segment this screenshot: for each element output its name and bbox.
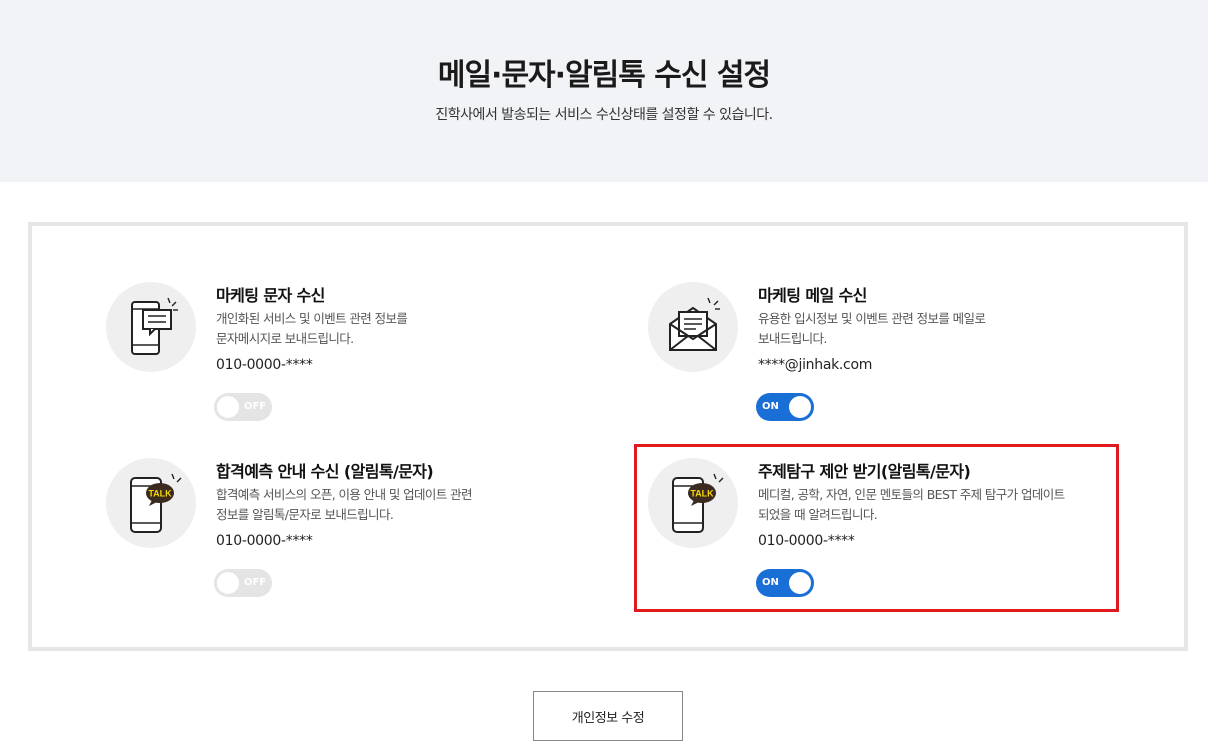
- toggle-knob: [789, 396, 811, 418]
- setting-marketing-sms: 마케팅 문자 수신 개인화된 서비스 및 이벤트 관련 정보를 문자메시지로 보…: [106, 282, 576, 432]
- toggle-knob: [217, 396, 239, 418]
- talk-badge: TALK: [148, 489, 172, 499]
- phone-talk-icon: TALK: [106, 458, 196, 548]
- marketing-sms-toggle[interactable]: OFF: [214, 393, 272, 421]
- page-subtitle: 진학사에서 발송되는 서비스 수신상태를 설정할 수 있습니다.: [435, 107, 773, 123]
- setting-description-line: 유용한 입시정보 및 이벤트 관련 정보를 메일로: [758, 311, 986, 326]
- toggle-state-label: OFF: [244, 401, 267, 412]
- page-title: 메일·문자·알림톡 수신 설정: [437, 58, 771, 93]
- setting-title: 마케팅 문자 수신: [216, 286, 325, 305]
- setting-marketing-email: 마케팅 메일 수신 유용한 입시정보 및 이벤트 관련 정보를 메일로 보내드립…: [648, 282, 1118, 432]
- setting-title: 마케팅 메일 수신: [758, 286, 867, 305]
- setting-description-line: 정보를 알림톡/문자로 보내드립니다.: [216, 507, 394, 522]
- setting-description-line: 개인화된 서비스 및 이벤트 관련 정보를: [216, 311, 408, 326]
- setting-description: 개인화된 서비스 및 이벤트 관련 정보를 문자메시지로 보내드립니다.: [216, 309, 546, 349]
- setting-description-line: 합격예측 서비스의 오픈, 이용 안내 및 업데이트 관련: [216, 487, 472, 502]
- email-address: ****@jinhak.com: [758, 357, 873, 373]
- toggle-knob: [217, 572, 239, 594]
- phone-number: 010-0000-****: [216, 533, 313, 549]
- phone-number: 010-0000-****: [216, 357, 313, 373]
- setting-description-line: 보내드립니다.: [758, 331, 827, 346]
- toggle-state-label: OFF: [244, 577, 267, 588]
- toggle-state-label: ON: [762, 401, 779, 412]
- setting-admission-prediction: TALK 합격예측 안내 수신 (알림톡/문자) 합격예측 서비스의 오픈, 이…: [106, 458, 576, 608]
- setting-title: 합격예측 안내 수신 (알림톡/문자): [216, 462, 434, 481]
- setting-description-line: 문자메시지로 보내드립니다.: [216, 331, 354, 346]
- highlight-box: [634, 444, 1119, 612]
- setting-description: 합격예측 서비스의 오픈, 이용 안내 및 업데이트 관련 정보를 알림톡/문자…: [216, 485, 546, 525]
- envelope-icon: [648, 282, 738, 372]
- phone-message-icon: [106, 282, 196, 372]
- page-header: 메일·문자·알림톡 수신 설정 진학사에서 발송되는 서비스 수신상태를 설정할…: [0, 0, 1208, 182]
- admission-prediction-toggle[interactable]: OFF: [214, 569, 272, 597]
- marketing-email-toggle[interactable]: ON: [756, 393, 814, 421]
- edit-profile-button[interactable]: 개인정보 수정: [533, 691, 683, 741]
- setting-description: 유용한 입시정보 및 이벤트 관련 정보를 메일로 보내드립니다.: [758, 309, 1088, 349]
